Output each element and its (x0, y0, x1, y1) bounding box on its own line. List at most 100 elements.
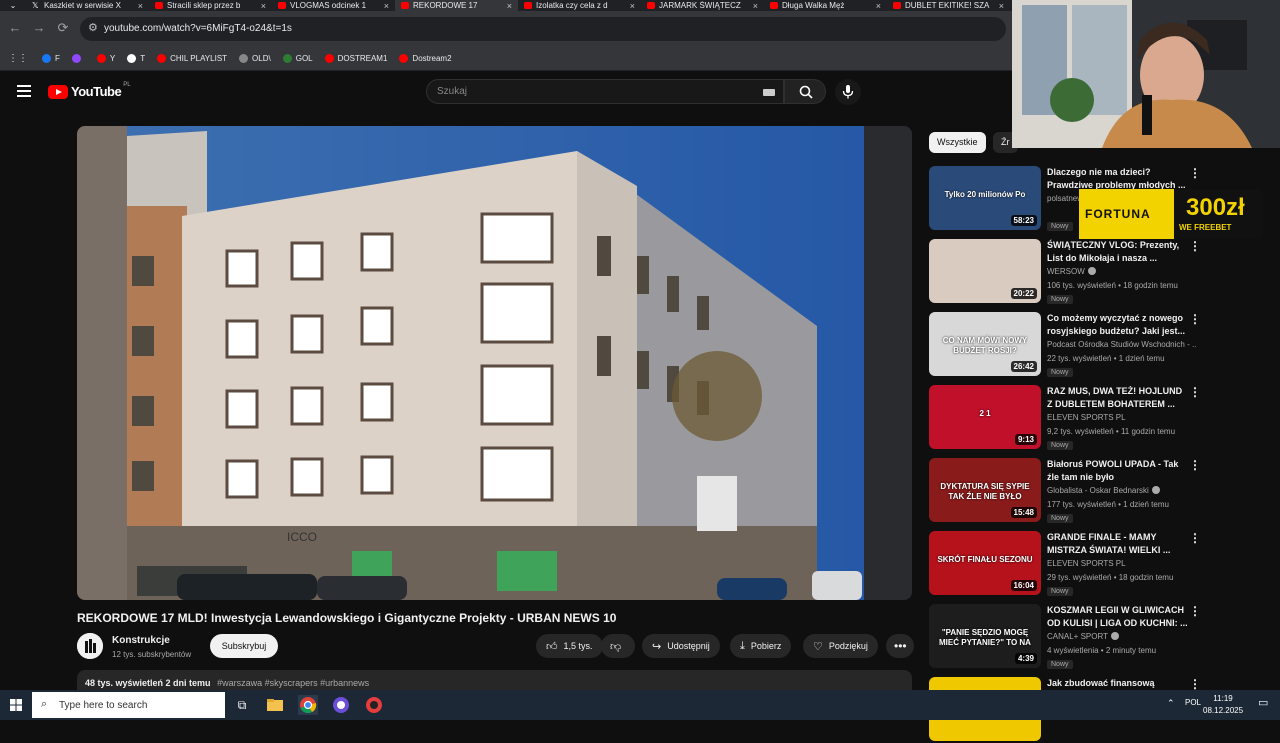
bookmark-item[interactable]: CHIL PLAYLIST (157, 53, 227, 63)
recommended-channel[interactable]: WERSOW (1047, 267, 1085, 276)
tab-title: DUBLET EKITIKE! SZA (905, 1, 990, 10)
menu-hamburger-icon[interactable] (17, 85, 31, 97)
search-input[interactable]: Szukaj (426, 79, 784, 104)
browser-tab[interactable]: Długa Walka Męż × (764, 0, 887, 11)
more-vertical-icon[interactable]: ⋮ (1189, 386, 1201, 398)
browser-tab[interactable]: Izolatka czy cela z d × (518, 0, 641, 11)
video-player[interactable]: ICCO (77, 126, 912, 600)
bookmark-item[interactable]: OLD\ (239, 53, 271, 63)
recommended-title[interactable]: RAZ MUS, DWA TEŻ! HOJLUND Z DUBLETEM BOH… (1047, 385, 1189, 411)
windows-start-icon[interactable] (10, 699, 22, 711)
recommended-title[interactable]: Białoruś POWOLI UPADA - Tak źle tam nie … (1047, 458, 1189, 484)
more-vertical-icon[interactable]: ⋮ (1189, 532, 1201, 544)
recommended-channel[interactable]: CANAL+ SPORT (1047, 632, 1108, 641)
recommended-channel[interactable]: ELEVEN SPORTS PL (1047, 413, 1126, 422)
reload-icon[interactable]: ⟳ (54, 19, 72, 37)
messenger-app-icon[interactable] (331, 695, 351, 715)
tab-close-icon[interactable]: × (876, 1, 881, 11)
bookmark-item[interactable]: GOL (282, 53, 313, 63)
tab-close-icon[interactable]: × (630, 1, 635, 11)
more-actions-button[interactable]: ••• (886, 634, 914, 658)
download-button[interactable]: ⤓ Pobierz (730, 634, 792, 658)
recommended-title[interactable]: GRANDE FINALE - MAMY MISTRZA ŚWIATA! WIE… (1047, 531, 1189, 557)
task-view-icon[interactable]: ⧉ (232, 695, 252, 715)
more-vertical-icon[interactable]: ⋮ (1189, 605, 1201, 617)
taskbar-search-input[interactable]: ⌕ Type here to search (32, 692, 225, 718)
tab-close-icon[interactable]: × (261, 1, 266, 11)
recommended-video[interactable]: "PANIE SĘDZIO MOGĘ MIEĆ PYTANIE?" TO NA 4… (929, 604, 1201, 670)
back-arrow-icon[interactable]: ← (6, 19, 24, 37)
like-button[interactable]: 👍︎ 1,5 tys. (536, 634, 603, 658)
tab-close-icon[interactable]: × (753, 1, 758, 11)
recommended-channel[interactable]: ELEVEN SPORTS PL (1047, 559, 1126, 568)
browser-tab[interactable]: DUBLET EKITIKE! SZA × (887, 0, 1010, 11)
share-button[interactable]: ↪ Udostępnij (642, 634, 720, 658)
bookmark-item[interactable]: T (127, 53, 145, 63)
tab-search-chevron-icon[interactable]: ⌄ (0, 0, 26, 11)
recommended-title[interactable]: KOSZMAR LEGII W GLIWICACH OD KULISI | LI… (1047, 604, 1189, 630)
app-icon[interactable] (364, 695, 384, 715)
recommended-video[interactable]: SKRÓT FINAŁU SEZONU 16:04 GRANDE FINALE - … (929, 531, 1201, 597)
video-thumbnail[interactable]: Tylko 20 milionów Po 58:23 (929, 166, 1041, 230)
apps-grid-icon[interactable]: ⋮⋮ (8, 53, 28, 64)
new-badge: Nowy (1047, 660, 1073, 669)
more-vertical-icon[interactable]: ⋮ (1189, 167, 1201, 179)
filter-chip[interactable]: Wszystkie (929, 132, 986, 153)
recommended-video[interactable]: 2 1 9:13 RAZ MUS, DWA TEŻ! HOJLUND Z DUBLE… (929, 385, 1201, 451)
recommended-video[interactable]: DYKTATURA SIĘ SYPIE TAK ŹLE NIE BYŁO 15:4… (929, 458, 1201, 524)
more-vertical-icon[interactable]: ⋮ (1189, 678, 1201, 690)
recommended-channel[interactable]: Podcast Ośrodka Studiów Wschodnich - ... (1047, 340, 1197, 349)
bookmark-item[interactable]: Y (96, 53, 115, 63)
tab-close-icon[interactable]: × (384, 1, 389, 11)
browser-tab[interactable]: 𝕏 Kaszkiet w serwisie X × (26, 0, 149, 11)
bookmark-item[interactable]: DOSTREAM1 (324, 53, 387, 63)
video-thumbnail[interactable]: "PANIE SĘDZIO MOGĘ MIEĆ PYTANIE?" TO NA 4… (929, 604, 1041, 668)
search-placeholder: Szukaj (437, 86, 468, 97)
browser-tab[interactable]: JARMARK ŚWIĄTECZ × (641, 0, 764, 11)
taskbar-clock[interactable]: 11:19 08.12.2025 (1203, 693, 1243, 717)
recommended-video[interactable]: CO NAM MÓWI NOWY BUDŻET ROSJI? 26:42 Co mo… (929, 312, 1201, 378)
tab-title: JARMARK ŚWIĄTECZ (659, 1, 741, 10)
video-thumbnail[interactable]: SKRÓT FINAŁU SEZONU 16:04 (929, 531, 1041, 595)
address-bar[interactable]: ⚙ youtube.com/watch?v=6MiFgT4-o24&t=1s (80, 17, 1006, 41)
youtube-logo[interactable]: YouTube PL (48, 82, 131, 100)
tray-chevron-icon[interactable]: ⌃ (1167, 698, 1175, 709)
forward-arrow-icon[interactable]: → (30, 19, 48, 37)
bookmark-item[interactable] (71, 53, 85, 63)
tab-close-icon[interactable]: × (138, 1, 143, 11)
video-thumbnail[interactable]: DYKTATURA SIĘ SYPIE TAK ŹLE NIE BYŁO 15:4… (929, 458, 1041, 522)
recommended-channel[interactable]: Globalista - Oskar Bednarski (1047, 486, 1149, 495)
hashtags[interactable]: #warszawa #skyscrapers #urbannews (217, 678, 369, 688)
video-thumbnail[interactable]: 20:22 (929, 239, 1041, 303)
recommended-title[interactable]: Co możemy wyczytać z nowego rosyjskiego … (1047, 312, 1189, 338)
recommended-title[interactable]: Jak zbudować finansową (1047, 677, 1189, 690)
download-label: Pobierz (750, 641, 782, 651)
file-explorer-icon[interactable] (265, 695, 285, 715)
more-vertical-icon[interactable]: ⋮ (1189, 459, 1201, 471)
channel-avatar[interactable] (77, 633, 103, 659)
more-vertical-icon[interactable]: ⋮ (1189, 240, 1201, 252)
recommended-video[interactable]: 20:22 ŚWIĄTECZNY VLOG: Prezenty, List do … (929, 239, 1201, 305)
language-indicator[interactable]: POL (1185, 698, 1201, 707)
notifications-icon[interactable]: ▭ (1258, 696, 1268, 709)
voice-search-button[interactable] (835, 79, 861, 105)
thanks-button[interactable]: ♡ Podziękuj (803, 634, 878, 658)
tab-close-icon[interactable]: × (507, 1, 512, 11)
video-thumbnail[interactable]: CO NAM MÓWI NOWY BUDŻET ROSJI? 26:42 (929, 312, 1041, 376)
bookmark-item[interactable]: F (42, 53, 60, 63)
channel-name[interactable]: Konstrukcje (112, 635, 170, 646)
dislike-button[interactable]: 👎︎ (601, 634, 635, 658)
site-settings-icon[interactable]: ⚙ (88, 21, 98, 34)
browser-tab[interactable]: REKORDOWE 17 × (395, 0, 518, 11)
more-vertical-icon[interactable]: ⋮ (1189, 313, 1201, 325)
subscribe-button[interactable]: Subskrybuj (210, 634, 278, 658)
search-button[interactable] (784, 79, 826, 104)
browser-tab[interactable]: Stracili sklep przez b × (149, 0, 272, 11)
video-thumbnail[interactable]: 2 1 9:13 (929, 385, 1041, 449)
chrome-icon[interactable] (298, 695, 318, 715)
recommended-title[interactable]: ŚWIĄTECZNY VLOG: Prezenty, List do Mikoł… (1047, 239, 1189, 265)
bookmark-item[interactable]: Dostream2 (399, 53, 452, 63)
browser-tab[interactable]: VLOGMAS odcinek 1 × (272, 0, 395, 11)
tab-close-icon[interactable]: × (999, 1, 1004, 11)
keyboard-icon[interactable] (763, 89, 775, 96)
